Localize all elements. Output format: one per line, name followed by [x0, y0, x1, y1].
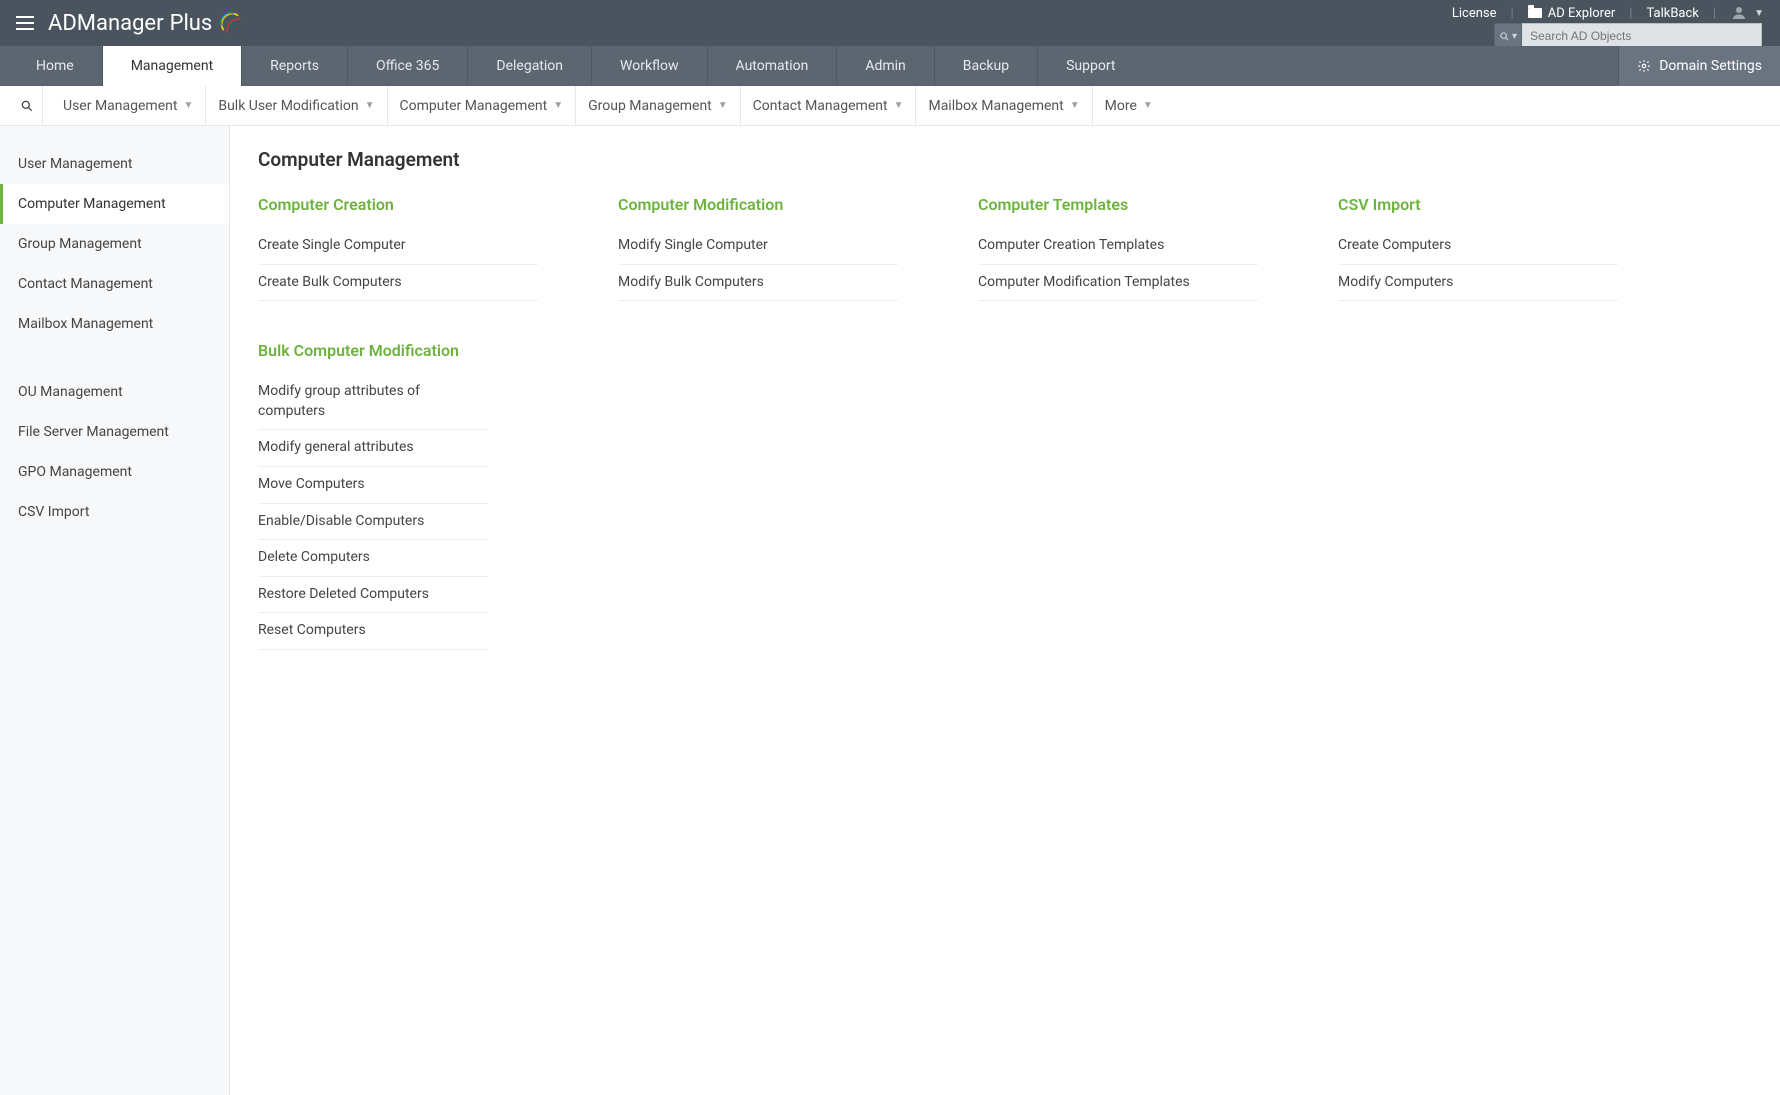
link-modify-bulk-computers[interactable]: Modify Bulk Computers — [618, 265, 898, 302]
nav-tab-management[interactable]: Management — [102, 46, 241, 86]
subnav-computer-management[interactable]: Computer Management▼ — [388, 86, 577, 126]
link-create-single-computer[interactable]: Create Single Computer — [258, 228, 538, 265]
license-link[interactable]: License — [1452, 6, 1497, 21]
section-computer-modification: Computer Modification Modify Single Compu… — [618, 195, 898, 301]
link-enable-disable-computers[interactable]: Enable/Disable Computers — [258, 504, 488, 541]
section-csv-import: CSV Import Create ComputersModify Compute… — [1338, 195, 1618, 301]
topbar: ADManager Plus License | AD Explorer | T… — [0, 0, 1780, 46]
link-modify-group-attributes-of-computers[interactable]: Modify group attributes of computers — [258, 374, 488, 430]
subnav-group-management[interactable]: Group Management▼ — [576, 86, 741, 126]
link-modify-single-computer[interactable]: Modify Single Computer — [618, 228, 898, 265]
link-modify-general-attributes[interactable]: Modify general attributes — [258, 430, 488, 467]
section-heading: CSV Import — [1338, 195, 1618, 214]
nav-tab-workflow[interactable]: Workflow — [591, 46, 707, 86]
brand-logo[interactable]: ADManager Plus — [48, 10, 244, 36]
main-nav: HomeManagementReportsOffice 365Delegatio… — [0, 46, 1780, 86]
link-create-bulk-computers[interactable]: Create Bulk Computers — [258, 265, 538, 302]
sidebar-item-gpo-management[interactable]: GPO Management — [0, 452, 229, 492]
search-icon — [20, 99, 34, 113]
sidebar-item-computer-management[interactable]: Computer Management — [0, 184, 229, 224]
nav-tab-reports[interactable]: Reports — [241, 46, 347, 86]
sidebar-item-user-management[interactable]: User Management — [0, 144, 229, 184]
chevron-down-icon: ▼ — [1754, 8, 1764, 19]
chevron-down-icon: ▼ — [1070, 100, 1080, 111]
sidebar-item-ou-management[interactable]: OU Management — [0, 372, 229, 412]
brand-suffix: Plus — [170, 11, 213, 36]
nav-tab-admin[interactable]: Admin — [836, 46, 933, 86]
section-heading: Bulk Computer Modification — [258, 341, 488, 360]
link-computer-creation-templates[interactable]: Computer Creation Templates — [978, 228, 1258, 265]
chevron-down-icon: ▼ — [1143, 100, 1153, 111]
gear-icon — [1637, 59, 1651, 73]
nav-tab-home[interactable]: Home — [8, 46, 102, 86]
content: Computer Management Computer Creation Cre… — [230, 126, 1780, 1095]
section-bulk-computer-modification: Bulk Computer Modification Modify group a… — [258, 341, 488, 650]
page-title: Computer Management — [258, 148, 1752, 171]
subnav-bulk-user-modification[interactable]: Bulk User Modification▼ — [206, 86, 387, 126]
chevron-down-icon: ▼ — [365, 100, 375, 111]
sidebar-item-file-server-management[interactable]: File Server Management — [0, 412, 229, 452]
chevron-down-icon: ▼ — [553, 100, 563, 111]
section-computer-templates: Computer Templates Computer Creation Temp… — [978, 195, 1258, 301]
topbar-left: ADManager Plus — [16, 10, 244, 36]
brand-main: ADManager — [48, 11, 164, 36]
subnav-mailbox-management[interactable]: Mailbox Management▼ — [916, 86, 1092, 126]
body: User ManagementComputer ManagementGroup … — [0, 126, 1780, 1095]
nav-tab-delegation[interactable]: Delegation — [467, 46, 591, 86]
search-icon — [1499, 31, 1510, 42]
user-menu[interactable]: ▼ — [1730, 4, 1764, 22]
avatar-icon — [1730, 4, 1748, 22]
section-computer-creation: Computer Creation Create Single ComputerC… — [258, 195, 538, 301]
link-move-computers[interactable]: Move Computers — [258, 467, 488, 504]
sidebar-item-mailbox-management[interactable]: Mailbox Management — [0, 304, 229, 344]
domain-settings-button[interactable]: Domain Settings — [1618, 46, 1780, 86]
link-create-computers[interactable]: Create Computers — [1338, 228, 1618, 265]
nav-tab-automation[interactable]: Automation — [707, 46, 837, 86]
link-restore-deleted-computers[interactable]: Restore Deleted Computers — [258, 577, 488, 614]
section-heading: Computer Creation — [258, 195, 538, 214]
section-heading: Computer Modification — [618, 195, 898, 214]
sub-nav: User Management▼Bulk User Modification▼C… — [0, 86, 1780, 126]
sidebar: User ManagementComputer ManagementGroup … — [0, 126, 230, 1095]
link-modify-computers[interactable]: Modify Computers — [1338, 265, 1618, 302]
chevron-down-icon: ▼ — [183, 100, 193, 111]
chevron-down-icon: ▾ — [1512, 31, 1517, 42]
subnav-search[interactable] — [12, 86, 43, 126]
sidebar-item-csv-import[interactable]: CSV Import — [0, 492, 229, 532]
folder-icon — [1528, 8, 1542, 18]
menu-icon[interactable] — [16, 16, 34, 30]
subnav-more[interactable]: More▼ — [1093, 86, 1165, 126]
brand-swirl-icon — [218, 10, 244, 36]
talkback-link[interactable]: TalkBack — [1646, 6, 1698, 21]
sidebar-item-group-management[interactable]: Group Management — [0, 224, 229, 264]
ad-explorer-link[interactable]: AD Explorer — [1528, 6, 1616, 21]
topbar-right: License | AD Explorer | TalkBack | ▼ — [1452, 4, 1764, 22]
nav-tab-office-365[interactable]: Office 365 — [347, 46, 467, 86]
sidebar-item-contact-management[interactable]: Contact Management — [0, 264, 229, 304]
nav-tab-backup[interactable]: Backup — [934, 46, 1037, 86]
section-heading: Computer Templates — [978, 195, 1258, 214]
link-reset-computers[interactable]: Reset Computers — [258, 613, 488, 650]
nav-tab-support[interactable]: Support — [1037, 46, 1143, 86]
link-computer-modification-templates[interactable]: Computer Modification Templates — [978, 265, 1258, 302]
chevron-down-icon: ▼ — [718, 100, 728, 111]
chevron-down-icon: ▼ — [894, 100, 904, 111]
link-delete-computers[interactable]: Delete Computers — [258, 540, 488, 577]
subnav-user-management[interactable]: User Management▼ — [51, 86, 206, 126]
subnav-contact-management[interactable]: Contact Management▼ — [741, 86, 917, 126]
